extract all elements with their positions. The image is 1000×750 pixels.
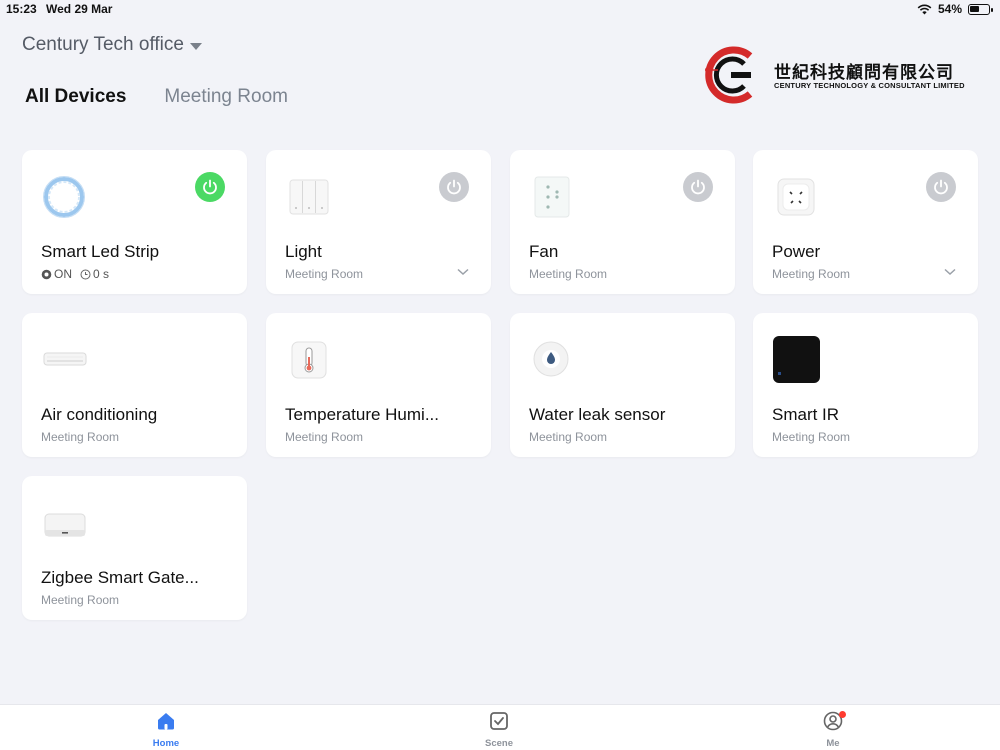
logo-english-name: CENTURY TECHNOLOGY & CONSULTANT LIMITED	[774, 81, 965, 90]
tab-scene[interactable]: Scene	[469, 711, 529, 749]
device-room: Meeting Room	[772, 430, 851, 444]
century-logo-icon	[705, 46, 753, 104]
device-room: Meeting Room	[285, 267, 364, 281]
device-room: Meeting Room	[41, 430, 120, 444]
device-room: Meeting Room	[41, 593, 120, 607]
device-card-zigbee-gateway[interactable]: Zigbee Smart Gate... Meeting Room	[22, 476, 247, 620]
battery-icon	[968, 3, 993, 15]
power-icon	[691, 179, 705, 195]
device-name: Smart IR	[772, 405, 840, 424]
ir-remote-icon	[773, 336, 820, 383]
home-selector[interactable]: Century Tech office	[22, 34, 202, 56]
home-icon	[158, 713, 174, 730]
tab-meeting-room[interactable]: Meeting Room	[164, 86, 288, 108]
clock-icon	[80, 269, 91, 279]
power-socket-icon	[777, 178, 815, 216]
device-name: Fan	[529, 242, 559, 261]
device-card-smart-led-strip[interactable]: Smart Led Strip ON 0 s	[22, 150, 247, 294]
chevron-down-icon[interactable]	[944, 268, 956, 276]
chevron-down-icon[interactable]	[457, 268, 469, 276]
power-button[interactable]	[926, 172, 956, 202]
status-time: 15:23	[6, 2, 37, 16]
thermometer-icon	[291, 341, 327, 379]
device-card-power[interactable]: Power Meeting Room	[753, 150, 978, 294]
bottom-tab-bar: Home Scene Me	[0, 704, 1000, 750]
device-room: Meeting Room	[529, 267, 608, 281]
power-button[interactable]	[683, 172, 713, 202]
notification-badge	[839, 711, 846, 718]
gateway-icon	[44, 513, 86, 537]
device-name: Light	[285, 242, 322, 261]
tab-scene-label: Scene	[485, 738, 513, 749]
power-icon	[203, 179, 217, 195]
device-name: Power	[772, 242, 821, 261]
device-name: Temperature Humi...	[285, 405, 439, 424]
device-state: ON 0 s	[41, 267, 109, 281]
room-tabs: All Devices Meeting Room	[25, 86, 288, 108]
company-logo: 世紀科技顧問有限公司 CENTURY TECHNOLOGY & CONSULTA…	[698, 42, 988, 108]
power-icon	[934, 179, 948, 195]
power-button[interactable]	[439, 172, 469, 202]
timer-text: 0 s	[93, 267, 110, 281]
timer-status: 0 s	[80, 267, 109, 281]
device-card-air-conditioning[interactable]: Air conditioning Meeting Room	[22, 313, 247, 457]
device-card-water-leak-sensor[interactable]: Water leak sensor Meeting Room	[510, 313, 735, 457]
home-name: Century Tech office	[22, 34, 184, 55]
wifi-icon	[917, 4, 932, 14]
battery-level	[970, 5, 980, 12]
tab-all-devices[interactable]: All Devices	[25, 86, 126, 108]
water-drop-icon	[533, 341, 569, 377]
tab-me-label: Me	[826, 738, 840, 749]
device-name: Smart Led Strip	[41, 242, 160, 261]
light-switch-icon	[289, 179, 329, 215]
device-room: Meeting Room	[529, 430, 608, 444]
tab-home[interactable]: Home	[136, 711, 196, 749]
logo-chinese-name: 世紀科技顧問有限公司	[774, 63, 954, 83]
status-date: Wed 29 Mar	[46, 2, 113, 16]
switch-status: ON	[41, 267, 72, 281]
device-card-smart-ir[interactable]: Smart IR Meeting Room	[753, 313, 978, 457]
device-card-light[interactable]: Light Meeting Room	[266, 150, 491, 294]
battery-percent: 54%	[937, 2, 962, 16]
device-name: Air conditioning	[41, 405, 158, 424]
power-button[interactable]	[195, 172, 225, 202]
fan-switch-icon	[534, 176, 570, 218]
tab-home-label: Home	[152, 738, 180, 749]
device-room: Meeting Room	[772, 267, 851, 281]
device-room: Meeting Room	[285, 430, 364, 444]
status-bar: 15:23 Wed 29 Mar 54%	[0, 0, 1000, 18]
device-card-temperature-humidity[interactable]: Temperature Humi... Meeting Room	[266, 313, 491, 457]
toggle-status-icon	[41, 269, 52, 279]
tab-me[interactable]: Me	[803, 711, 863, 749]
device-name: Water leak sensor	[529, 405, 666, 424]
switch-status-text: ON	[54, 267, 72, 281]
caret-down-icon	[189, 43, 202, 50]
air-conditioner-icon	[43, 352, 87, 366]
led-strip-icon	[43, 176, 85, 218]
device-card-fan[interactable]: Fan Meeting Room	[510, 150, 735, 294]
scene-icon	[490, 712, 508, 730]
power-icon	[447, 179, 461, 195]
device-name: Zigbee Smart Gate...	[41, 568, 199, 587]
status-indicators: 54%	[917, 2, 993, 16]
